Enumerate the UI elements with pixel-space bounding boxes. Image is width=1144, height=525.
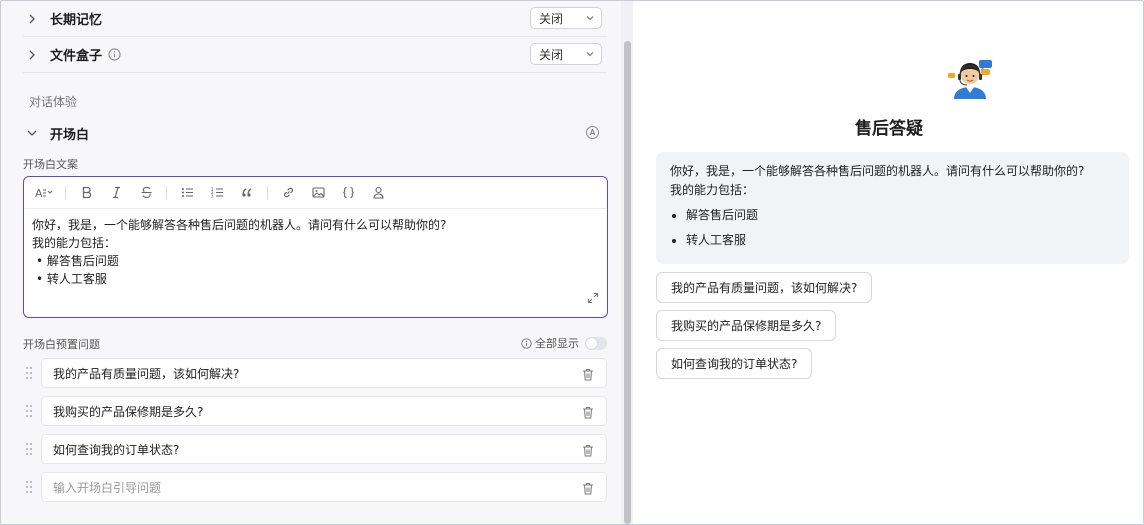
quote-icon[interactable] — [233, 181, 261, 205]
scrollbar-thumb[interactable] — [624, 41, 631, 524]
message-ability-item: 解答售后问题 — [686, 206, 1115, 225]
new-question-row: 输入开场白引导问题 — [23, 472, 607, 502]
trash-icon[interactable] — [582, 442, 594, 461]
opening-title: 开场白 — [50, 127, 90, 143]
new-question-placeholder: 输入开场白引导问题 — [53, 480, 162, 495]
preset-questions-header: 开场白预置问题 全部显示 — [23, 336, 607, 352]
trash-icon[interactable] — [582, 404, 594, 423]
preset-question-text: 我的产品有质量问题，该如何解决? — [53, 366, 240, 381]
info-icon — [521, 337, 532, 349]
editor-text-line: 我的能力包括： — [32, 236, 117, 250]
image-icon[interactable] — [304, 181, 332, 205]
preset-question-input[interactable]: 我的产品有质量问题，该如何解决? — [41, 358, 607, 388]
section-label: 对话体验 — [29, 95, 78, 109]
message-text-line: 我的能力包括： — [670, 183, 755, 197]
config-panel: 长期记忆 关闭 文件盒子 关闭 对话体验 开场白 A 开场白文案 A 1 2 3… — [1, 1, 633, 524]
message-ability-item: 转人工客服 — [686, 231, 1115, 250]
chevron-right-icon[interactable] — [23, 49, 41, 61]
file-box-select[interactable]: 关闭 — [530, 43, 602, 65]
show-all-toggle[interactable] — [585, 336, 607, 350]
text-style-icon[interactable]: A — [29, 181, 59, 205]
strikethrough-icon[interactable] — [132, 181, 160, 205]
app-window: 长期记忆 关闭 文件盒子 关闭 对话体验 开场白 A 开场白文案 A 1 2 3… — [0, 0, 1144, 525]
preset-question-text: 如何查询我的订单状态? — [53, 442, 180, 457]
opening-message-bubble: 你好，我是，一个能够解答各种售后问题的机器人。请问有什么可以帮助你的? 我的能力… — [656, 152, 1129, 264]
info-icon[interactable] — [108, 48, 121, 61]
suggested-question-button[interactable]: 如何查询我的订单状态? — [656, 348, 813, 379]
preset-question-input[interactable]: 我购买的产品保修期是多久? — [41, 396, 607, 426]
long-memory-select-value: 关闭 — [539, 11, 564, 26]
long-memory-label: 长期记忆 — [50, 13, 103, 28]
trash-icon[interactable] — [582, 366, 594, 385]
toolbar-divider — [166, 185, 167, 200]
editor-text-line: 你好，我是，一个能够解答各种售后问题的机器人。请问有什么可以帮助你的? — [32, 218, 447, 232]
editor-content[interactable]: 你好，我是，一个能够解答各种售后问题的机器人。请问有什么可以帮助你的? 我的能力… — [24, 209, 607, 295]
bot-avatar — [948, 60, 992, 99]
auto-badge-icon[interactable]: A — [586, 126, 599, 139]
preset-question-row: 如何查询我的订单状态? — [23, 434, 607, 464]
drag-handle-icon[interactable] — [25, 479, 33, 498]
toolbar-divider — [267, 185, 268, 200]
show-all-label: 全部显示 — [535, 337, 579, 350]
preset-question-row: 我的产品有质量问题，该如何解决? — [23, 358, 607, 388]
preset-questions-label: 开场白预置问题 — [23, 338, 100, 351]
editor-ability-list: 解答售后问题 转人工客服 — [32, 252, 599, 288]
drag-handle-icon[interactable] — [25, 365, 33, 384]
preset-question-row: 我购买的产品保修期是多久? — [23, 396, 607, 426]
chevron-down-icon — [586, 16, 594, 21]
bot-name: 售后答疑 — [855, 119, 923, 139]
message-text-line: 你好，我是，一个能够解答各种售后问题的机器人。请问有什么可以帮助你的? — [670, 164, 1085, 178]
preview-panel: 售后答疑 你好，我是，一个能够解答各种售后问题的机器人。请问有什么可以帮助你的?… — [634, 1, 1143, 524]
chevron-right-icon[interactable] — [23, 13, 41, 25]
expand-icon[interactable] — [587, 289, 599, 308]
editor-ability-item: 解答售后问题 — [32, 252, 599, 270]
svg-text:A: A — [35, 187, 43, 199]
bold-icon[interactable] — [72, 181, 100, 205]
preset-question-input[interactable]: 如何查询我的订单状态? — [41, 434, 607, 464]
preset-question-text: 我购买的产品保修期是多久? — [53, 404, 204, 419]
drag-handle-icon[interactable] — [25, 403, 33, 422]
link-icon[interactable] — [274, 181, 302, 205]
chevron-down-icon — [586, 52, 594, 57]
svg-text:3: 3 — [211, 194, 214, 199]
opening-text-editor[interactable]: A 123 你好，我是，一个能够解答各种售后问题的机器人。请问有什么可以帮助你的… — [23, 176, 608, 318]
new-question-input[interactable]: 输入开场白引导问题 — [41, 472, 607, 502]
drag-handle-icon[interactable] — [25, 441, 33, 460]
code-braces-icon[interactable] — [334, 181, 362, 205]
long-memory-row[interactable]: 长期记忆 关闭 — [23, 1, 607, 37]
numbered-list-icon[interactable]: 123 — [203, 181, 231, 205]
message-ability-list: 解答售后问题 转人工客服 — [670, 206, 1115, 250]
opening-copy-label: 开场白文案 — [23, 158, 78, 171]
bullet-list-icon[interactable] — [173, 181, 201, 205]
italic-icon[interactable] — [102, 181, 130, 205]
toolbar-divider — [65, 185, 66, 200]
long-memory-select[interactable]: 关闭 — [530, 7, 602, 29]
file-box-row[interactable]: 文件盒子 关闭 — [23, 37, 607, 73]
user-variable-icon[interactable] — [364, 181, 392, 205]
opening-section-header[interactable]: 开场白 A — [23, 123, 607, 143]
file-box-select-value: 关闭 — [539, 47, 564, 62]
suggested-question-button[interactable]: 我购买的产品保修期是多久? — [656, 310, 837, 341]
suggested-question-button[interactable]: 我的产品有质量问题，该如何解决? — [656, 272, 873, 303]
editor-ability-item: 转人工客服 — [32, 270, 599, 288]
show-all-control[interactable]: 全部显示 — [521, 335, 607, 351]
chevron-down-icon[interactable] — [23, 127, 41, 139]
file-box-label: 文件盒子 — [50, 49, 103, 64]
trash-icon[interactable] — [582, 480, 594, 499]
editor-toolbar: A 123 — [24, 177, 607, 209]
